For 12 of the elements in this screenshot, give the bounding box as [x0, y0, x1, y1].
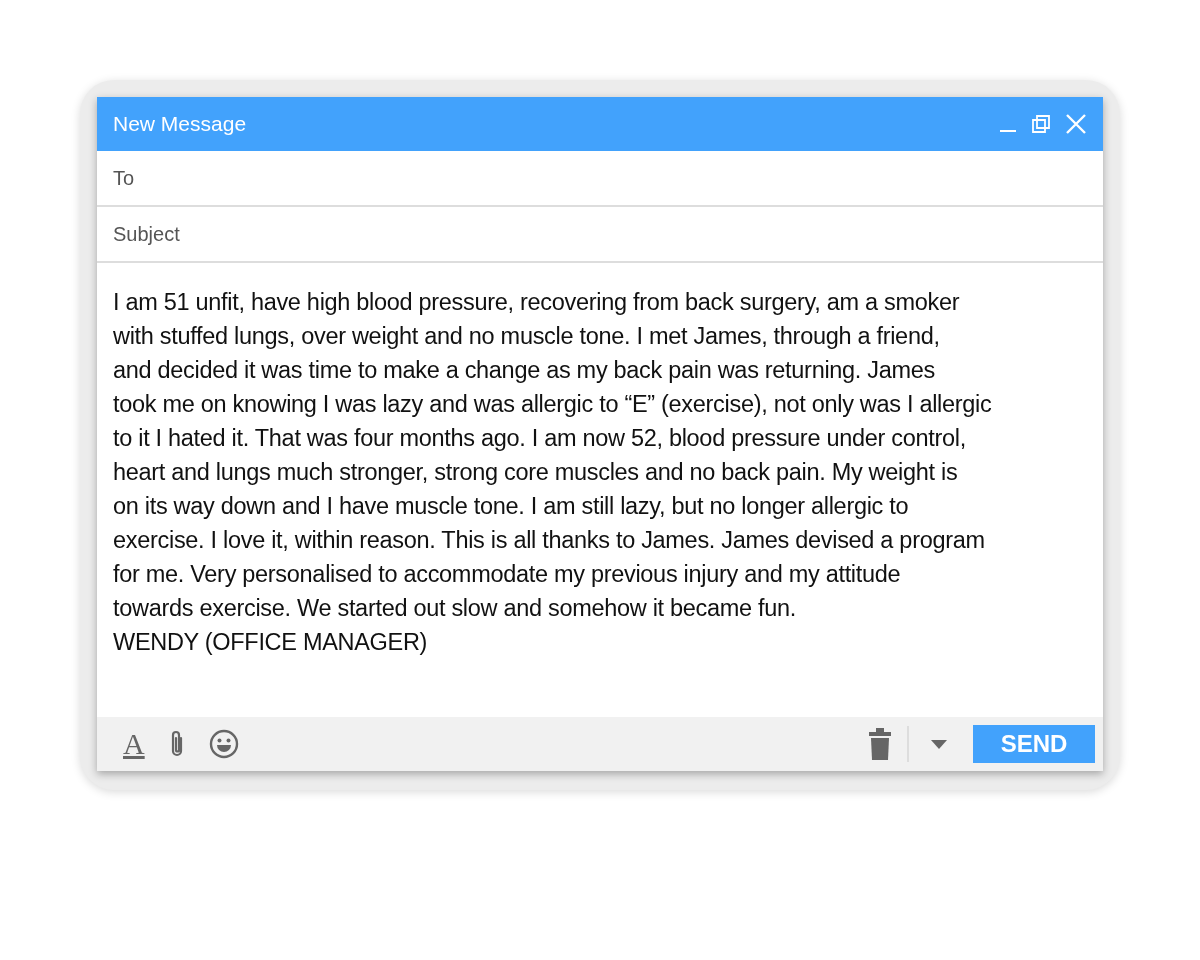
close-icon[interactable] [1065, 113, 1087, 135]
window-title: New Message [113, 112, 248, 136]
trash-icon[interactable] [869, 728, 891, 760]
message-text: I am 51 unfit, have high blood pressure, recovering from back surgery, am a smoker with stuffed lungs, over weight and no muscle tone. I met James, through a friend, and decided it was time to make a change as my back pain was returning. James took me on knowing I was lazy and was allergic to “E” (exercise), not only was I allergic to it I hated it. That was four months ago. I am now 52, blood pressure under control, heart and lungs much stronger, strong core muscles and no back pain. My weight is on its way down and I have muscle tone. I am still lazy, but no longer allergic to exercise. I love it, within reason. This is all thanks to James. James devised a program for me. Very personalised to accommodate my previous injury and my attitude towards exercise. We started out slow and somehow it became fun. [113, 288, 993, 623]
input-field[interactable]: To [97, 151, 1103, 207]
smiley-icon[interactable] [208, 729, 239, 759]
caret-icon[interactable] [931, 739, 947, 749]
send-button[interactable]: SEND [973, 725, 1095, 763]
restore-icon[interactable] [1031, 114, 1051, 134]
signature-text: WENDY (OFFICE MANAGER) [113, 628, 429, 657]
input-field[interactable]: Subject [97, 207, 1103, 263]
text-format-icon[interactable]: A [123, 729, 145, 759]
